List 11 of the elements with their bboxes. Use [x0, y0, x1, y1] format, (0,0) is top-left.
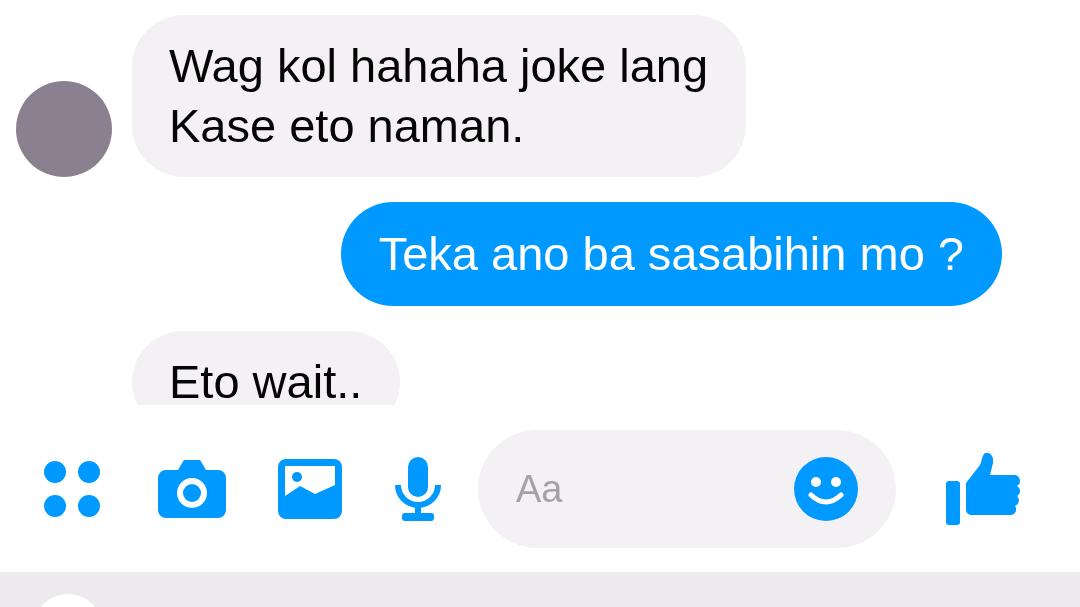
microphone-icon[interactable]: [394, 457, 442, 521]
message-field[interactable]: Aa: [478, 430, 896, 548]
message-bubble: Eto wait..: [132, 331, 401, 405]
emoji-icon[interactable]: [794, 457, 858, 521]
message-bubble: Wag kol hahaha joke lang Kase eto naman.: [132, 15, 747, 177]
message-bubble: Teka ano ba sasabihin mo ?: [340, 202, 1002, 306]
camera-icon[interactable]: [158, 460, 226, 518]
image-icon[interactable]: [278, 459, 342, 519]
message-input-field[interactable]: Aa: [514, 466, 794, 512]
apps-icon[interactable]: [44, 461, 100, 517]
thumbs-up-icon[interactable]: [946, 453, 1020, 525]
